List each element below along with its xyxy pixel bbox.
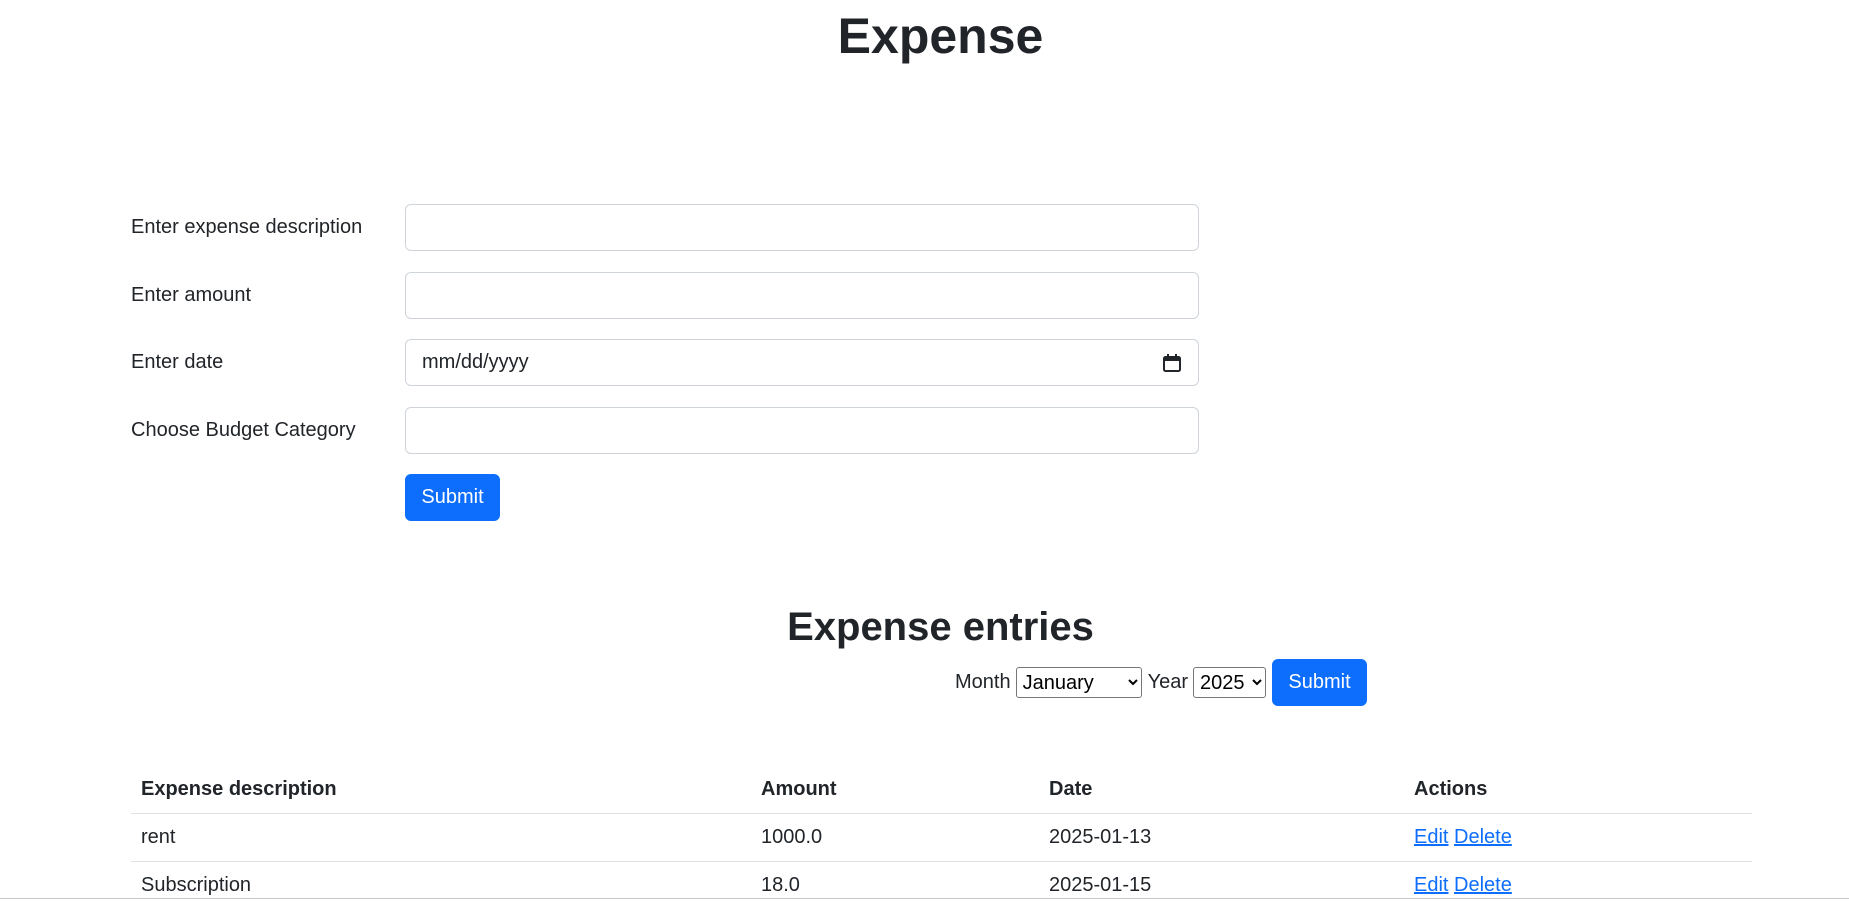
date-label: Enter date — [131, 351, 224, 373]
amount-row: Enter amount — [131, 272, 1201, 319]
edit-link[interactable]: Edit — [1414, 826, 1448, 848]
calendar-icon[interactable] — [1162, 353, 1182, 373]
page-title: Expense — [837, 8, 1044, 64]
header-actions: Actions — [1404, 766, 1752, 814]
description-row: Enter expense description — [131, 204, 1201, 251]
cell-amount: 18.0 — [751, 861, 1039, 901]
cell-actions: Edit Delete — [1404, 861, 1752, 901]
cell-actions: Edit Delete — [1404, 813, 1752, 862]
amount-label: Enter amount — [131, 284, 252, 306]
expense-page: Expense Enter expense description Enter … — [0, 0, 1849, 901]
cell-date: 2025-01-13 — [1039, 813, 1404, 862]
filter-submit-button[interactable]: Submit — [1272, 659, 1368, 706]
page-bottom-divider — [0, 898, 1849, 899]
header-date: Date — [1039, 766, 1404, 814]
date-placeholder: mm/dd/yyyy — [422, 351, 529, 373]
year-label: Year — [1147, 671, 1189, 693]
header-amount: Amount — [751, 766, 1039, 814]
cell-date: 2025-01-15 — [1039, 861, 1404, 901]
year-select[interactable]: 2025 — [1193, 667, 1267, 698]
cell-amount: 1000.0 — [751, 813, 1039, 862]
month-select[interactable]: January — [1015, 667, 1142, 698]
entries-title: Expense entries — [787, 605, 1094, 649]
month-label: Month — [955, 671, 1011, 693]
category-input[interactable] — [405, 407, 1199, 454]
edit-link[interactable]: Edit — [1414, 874, 1448, 896]
table-header-row: Expense description Amount Date Actions — [131, 766, 1752, 814]
expense-table: Expense description Amount Date Actions … — [131, 766, 1752, 901]
description-label: Enter expense description — [131, 216, 363, 238]
cell-description: Subscription — [131, 861, 751, 901]
header-description: Expense description — [131, 766, 751, 814]
category-label: Choose Budget Category — [131, 419, 356, 441]
submit-expense-button[interactable]: Submit — [405, 474, 500, 521]
amount-input[interactable] — [405, 272, 1199, 319]
table-row: rent 1000.0 2025-01-13 Edit Delete — [131, 813, 1752, 862]
table-row: Subscription 18.0 2025-01-15 Edit Delete — [131, 861, 1752, 901]
category-row: Choose Budget Category — [131, 407, 1201, 454]
description-input[interactable] — [405, 204, 1199, 251]
date-input[interactable]: mm/dd/yyyy — [405, 339, 1199, 386]
delete-link[interactable]: Delete — [1454, 826, 1512, 848]
date-row: Enter date mm/dd/yyyy — [131, 339, 1201, 386]
entries-filter: Month January Year 2025 Submit — [955, 659, 1368, 706]
cell-description: rent — [131, 813, 751, 862]
delete-link[interactable]: Delete — [1454, 874, 1512, 896]
